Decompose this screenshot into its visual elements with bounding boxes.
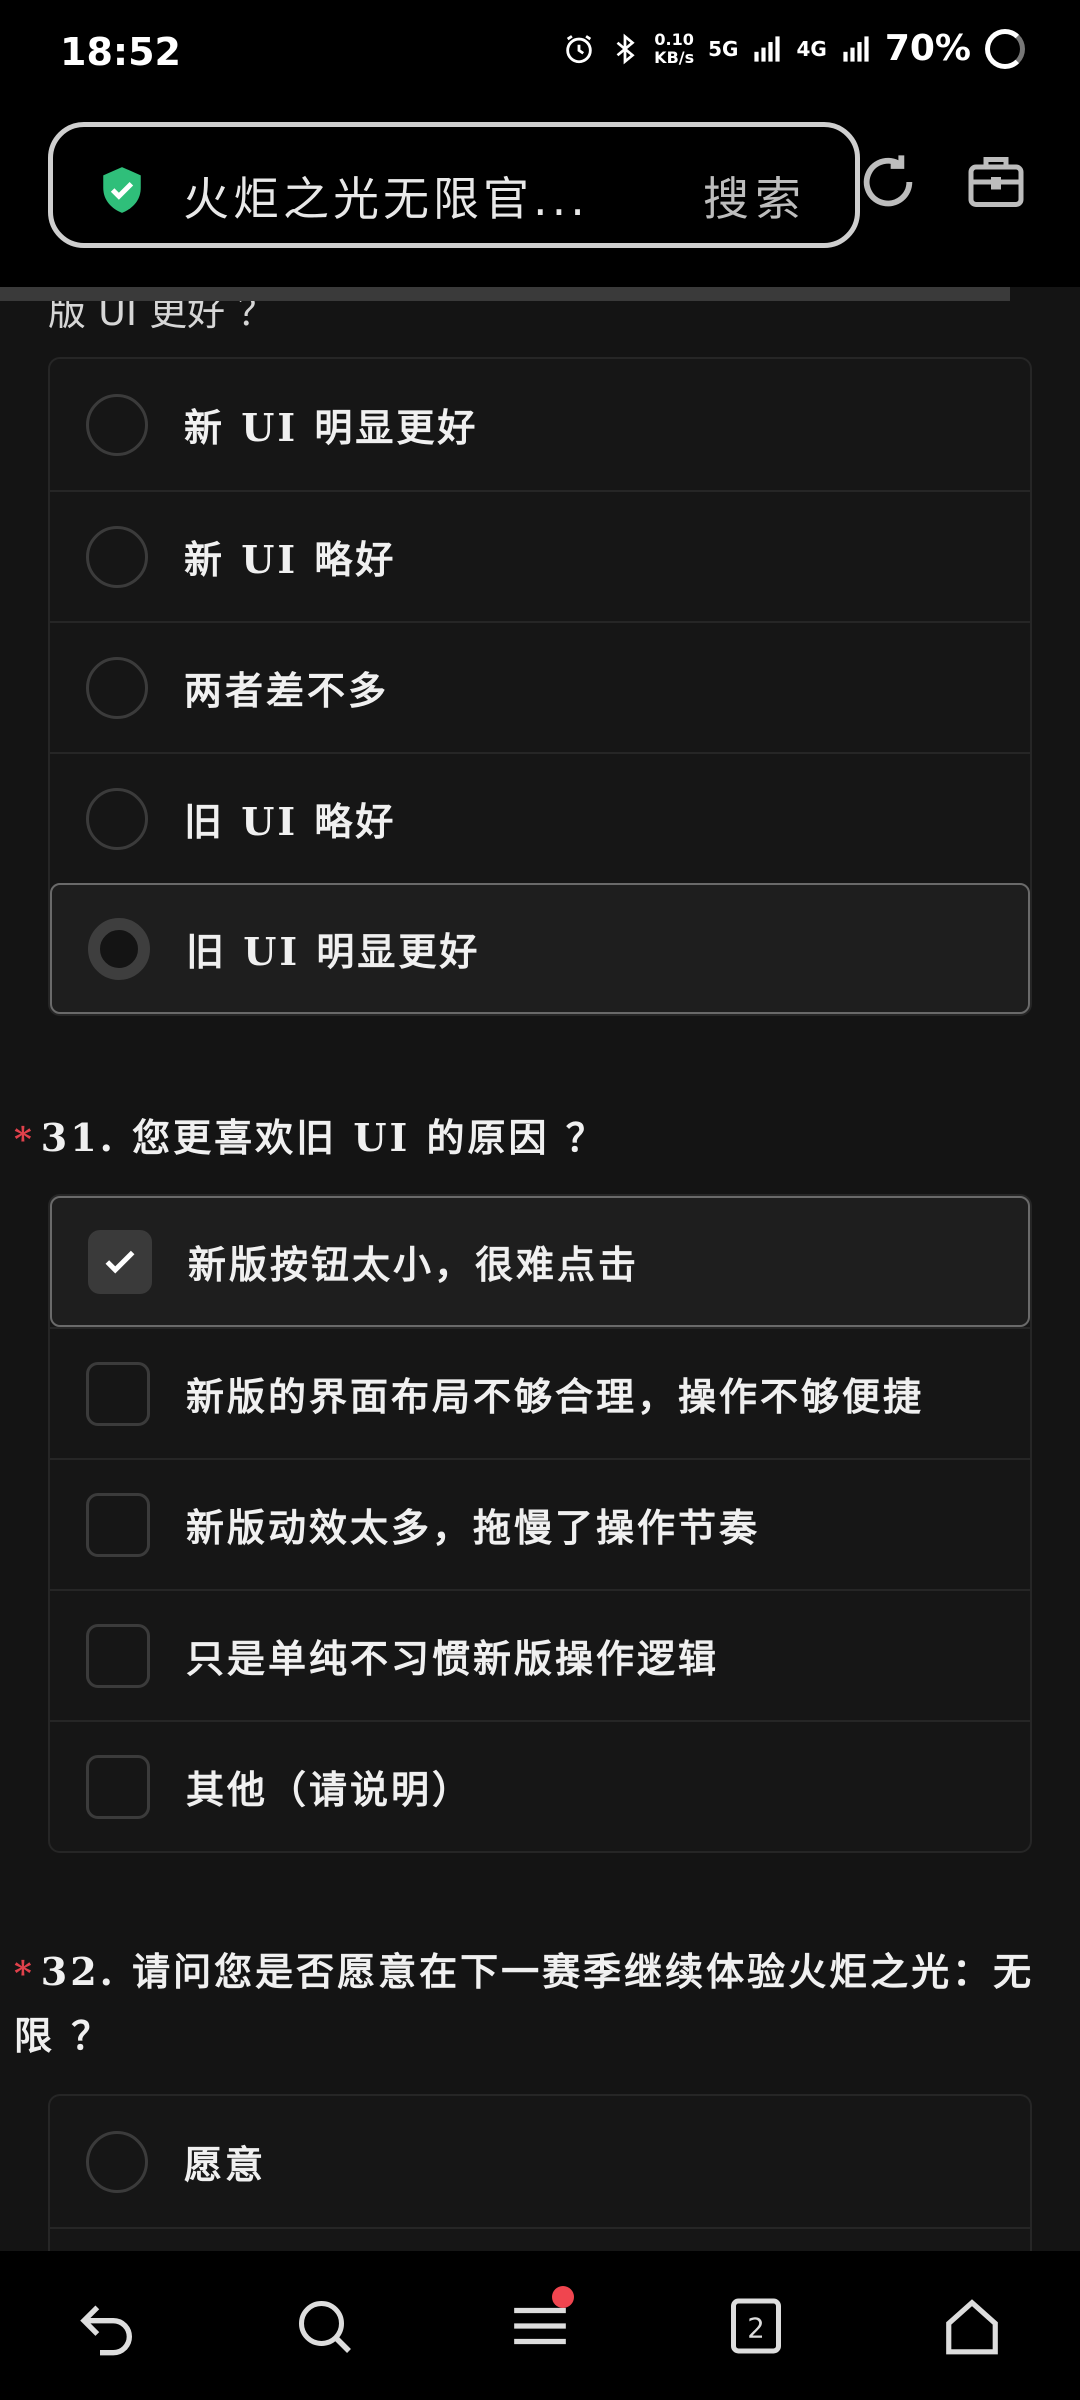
tabs-count: 2: [747, 2312, 765, 2344]
checkbox-option[interactable]: 新版动效太多，拖慢了操作节奏: [50, 1458, 1030, 1589]
option-label: 其他（请说明）: [186, 1767, 474, 1812]
radio-button[interactable]: [86, 393, 148, 456]
reload-icon[interactable]: [856, 150, 920, 214]
bottom-navigation: 2: [0, 2251, 1080, 2400]
option-label: 新 UI 明显更好: [184, 405, 479, 450]
battery-percent: 70%: [884, 28, 971, 69]
radio-option-partial[interactable]: [50, 2227, 1030, 2251]
question-31-title: * 31. 您更喜欢旧 UI 的原因 ？: [14, 1115, 607, 1160]
status-time: 18:52: [60, 30, 181, 74]
option-label: 旧 UI 略好: [184, 799, 397, 844]
checkbox[interactable]: [86, 1754, 150, 1819]
alarm-icon: [566, 34, 592, 63]
question-32-title: * 32. 请问您是否愿意在下一赛季继续体验火炬之光：无限 ？: [14, 1949, 1035, 2058]
search-nav-button[interactable]: [284, 2286, 364, 2366]
radio-option[interactable]: 新 UI 明显更好: [50, 359, 1030, 490]
option-label: 新版的界面布局不够合理，操作不够便捷: [186, 1374, 925, 1419]
menu-button[interactable]: [500, 2285, 580, 2366]
scroll-indicator: [0, 287, 1010, 301]
checkbox-option[interactable]: 其他（请说明）: [50, 1720, 1030, 1851]
net-speed: 0.10 KB/s: [654, 29, 695, 67]
bluetooth-icon: [616, 33, 635, 64]
question-title-cutoff: 版 UI 更好 ？: [48, 301, 276, 334]
checkbox-option[interactable]: 只是单纯不习惯新版操作逻辑: [50, 1589, 1030, 1720]
radio-button[interactable]: [86, 656, 148, 719]
signal-bars-icon: [754, 35, 781, 62]
tabs-icon: 2: [731, 2298, 781, 2353]
signal-5g: 5G: [708, 36, 739, 61]
checkbox-option-checked[interactable]: 新版按钮太小，很难点击: [50, 1196, 1030, 1327]
checkmark-icon: [105, 1250, 135, 1273]
radio-button[interactable]: [86, 525, 148, 588]
option-label: 新版动效太多，拖慢了操作节奏: [186, 1505, 761, 1550]
signal-4g: 4G: [796, 36, 827, 61]
q31-options: 新版按钮太小，很难点击 新版的界面布局不够合理，操作不够便捷 新版动效太多，拖慢…: [48, 1194, 1032, 1853]
checkbox[interactable]: [86, 1492, 150, 1557]
radio-button[interactable]: [86, 2130, 148, 2193]
toolbox-icon[interactable]: [966, 152, 1026, 212]
home-button[interactable]: [932, 2286, 1012, 2366]
radio-button-selected[interactable]: [88, 917, 150, 980]
radio-option[interactable]: 新 UI 略好: [50, 490, 1030, 621]
address-bar[interactable]: 火炬之光无限官... 搜索: [48, 122, 860, 248]
tabs-button[interactable]: 2: [716, 2286, 796, 2366]
search-button[interactable]: 搜索: [703, 163, 807, 229]
back-button[interactable]: [68, 2286, 148, 2366]
q32-options: 愿意: [48, 2094, 1032, 2251]
battery-ring-icon: [985, 28, 1025, 69]
checkbox-checked[interactable]: [88, 1229, 152, 1294]
q30-options: 新 UI 明显更好 新 UI 略好 两者差不多 旧 UI 略好 旧 UI 明显更…: [48, 357, 1032, 1016]
checkbox[interactable]: [86, 1623, 150, 1688]
shield-check-icon: [103, 167, 141, 213]
option-label: 两者差不多: [184, 668, 390, 713]
option-label: 只是单纯不习惯新版操作逻辑: [186, 1636, 720, 1681]
radio-button[interactable]: [86, 787, 148, 850]
option-label: 新 UI 略好: [184, 537, 397, 582]
checkbox[interactable]: [86, 1361, 150, 1426]
checkbox-option[interactable]: 新版的界面布局不够合理，操作不够便捷: [50, 1327, 1030, 1458]
option-label: 旧 UI 明显更好: [186, 929, 481, 974]
back-arrow-icon: [80, 2304, 132, 2355]
home-icon: [946, 2298, 998, 2354]
search-icon: [299, 2300, 351, 2353]
notification-badge: [552, 2285, 574, 2308]
option-label: 愿意: [184, 2142, 267, 2187]
radio-option[interactable]: 愿意: [50, 2096, 1030, 2227]
radio-option[interactable]: 旧 UI 略好: [50, 752, 1030, 883]
status-bar: 18:52 0.10 KB/s 5G 4G 70%: [0, 0, 1080, 112]
radio-option-selected[interactable]: 旧 UI 明显更好: [50, 883, 1030, 1014]
option-label: 新版按钮太小，很难点击: [188, 1242, 640, 1287]
required-mark: *: [14, 1120, 35, 1160]
radio-option[interactable]: 两者差不多: [50, 621, 1030, 752]
survey-content: 版 UI 更好 ？ 新 UI 明显更好 新 UI 略好 两者差不多 旧 UI 略…: [0, 301, 1080, 2251]
browser-toolbar: 火炬之光无限官... 搜索: [0, 112, 1080, 287]
status-icons: 0.10 KB/s 5G 4G 70%: [562, 28, 1025, 69]
required-mark: *: [14, 1954, 35, 1994]
page-title: 火炬之光无限官...: [183, 172, 589, 226]
signal-bars-icon: [843, 35, 869, 62]
